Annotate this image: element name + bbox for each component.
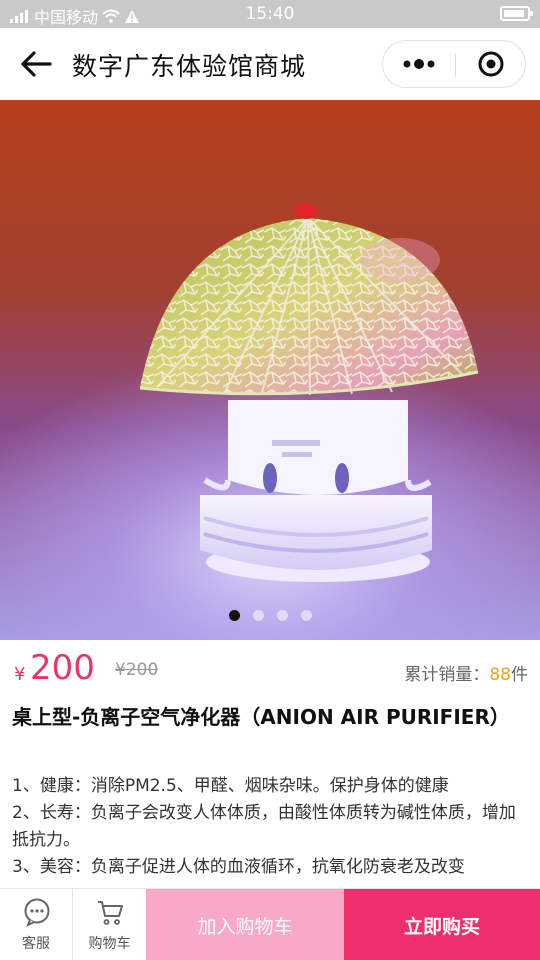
shopping-cart-icon — [98, 901, 123, 925]
current-price: 200 — [30, 648, 95, 688]
carousel-dot[interactable] — [252, 610, 264, 621]
back-arrow-icon[interactable] — [18, 48, 54, 80]
battery-icon — [500, 6, 533, 21]
chat-bubble-icon — [24, 898, 50, 927]
sales-count: 累计销量：88件 — [404, 660, 528, 685]
description-line: 3、美容：负离子促进人体的血液循环，抗氧化防衰老及改变 — [12, 857, 465, 877]
more-dots-icon[interactable] — [383, 41, 455, 87]
status-bar: 中国移动 15:40 — [0, 0, 540, 28]
sales-unit: 件 — [511, 665, 528, 685]
carousel-dot[interactable] — [276, 610, 288, 621]
carousel-dot[interactable] — [300, 610, 312, 621]
cart-label: 购物车 — [88, 936, 131, 952]
sales-number: 88 — [489, 665, 511, 685]
carousel-dots — [0, 610, 540, 621]
bottom-action-bar: 客服 购物车 加入购物车 立即购买 — [0, 888, 540, 960]
add-to-cart-button[interactable]: 加入购物车 — [146, 889, 344, 960]
mini-program-capsule — [382, 40, 526, 88]
currency-symbol: ¥ — [14, 664, 26, 685]
sales-label: 累计销量： — [404, 665, 490, 685]
description-line: 2、长寿：负离子会改变人体体质，由酸性体质转为碱性体质，增加抵抗力。 — [12, 803, 516, 850]
price-row: ¥ 200 ¥200 累计销量：88件 — [0, 640, 540, 700]
cart-button[interactable]: 购物车 — [73, 889, 146, 960]
service-label: 客服 — [22, 936, 50, 952]
page-title: 数字广东体验馆商城 — [72, 52, 307, 81]
original-price: ¥200 — [115, 660, 159, 680]
buy-now-button[interactable]: 立即购买 — [344, 889, 540, 960]
carousel-dot[interactable] — [228, 610, 240, 621]
description-line: 1、健康：消除PM2.5、甲醛、烟味杂味。保护身体的健康 — [12, 776, 449, 796]
product-description: 1、健康：消除PM2.5、甲醛、烟味杂味。保护身体的健康 2、长寿：负离子会改变… — [12, 773, 532, 881]
target-circle-icon[interactable] — [456, 41, 526, 87]
customer-service-button[interactable]: 客服 — [0, 889, 73, 960]
status-time: 15:40 — [245, 4, 295, 24]
product-title: 桌上型-负离子空气净化器（ANION AIR PURIFIER） — [12, 705, 510, 729]
product-image-carousel[interactable] — [0, 100, 540, 640]
nav-bar: 数字广东体验馆商城 — [0, 28, 540, 100]
product-photo — [0, 100, 540, 640]
